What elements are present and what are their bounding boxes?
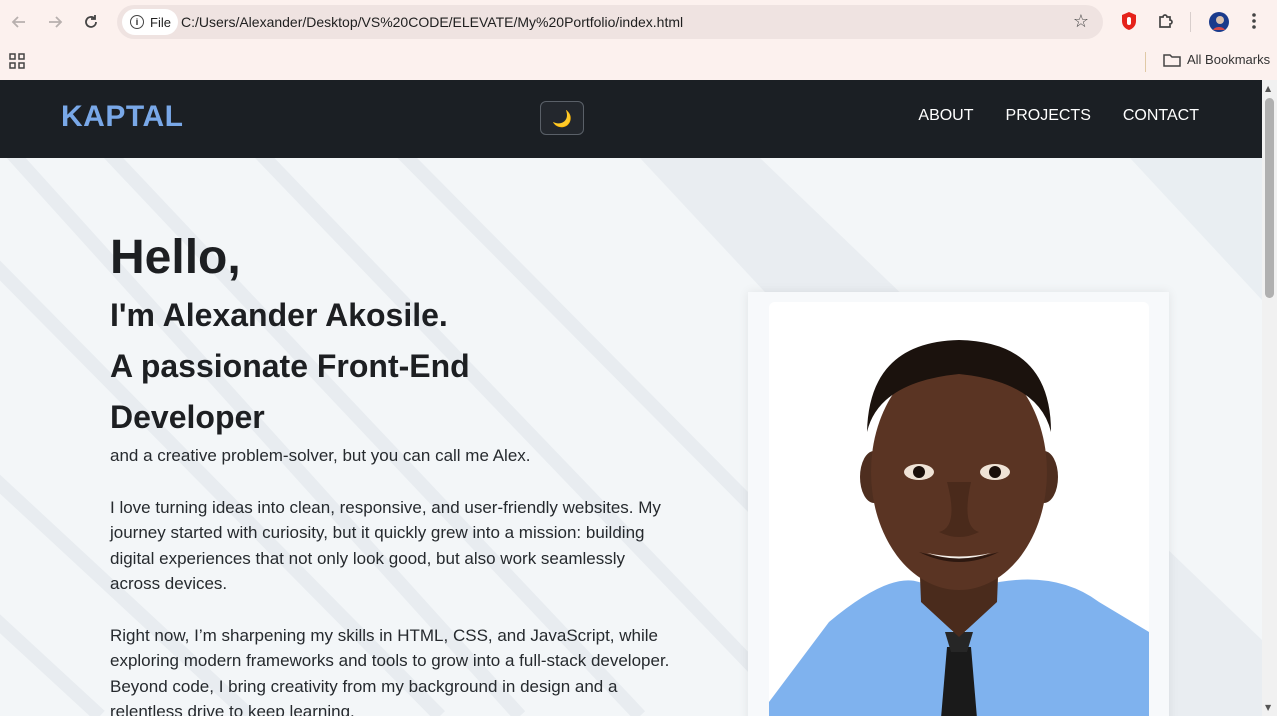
scroll-down-icon[interactable]: ▼	[1265, 703, 1271, 712]
all-bookmarks-button[interactable]: All Bookmarks	[1163, 52, 1270, 67]
apps-grid-icon[interactable]	[9, 53, 25, 73]
nav-link-projects[interactable]: PROJECTS	[1006, 107, 1091, 125]
extensions-puzzle-icon[interactable]	[1156, 11, 1176, 35]
site-logo[interactable]: KAPTAL	[61, 100, 183, 134]
hero-paragraph-2: Right now, I’m sharpening my skills in H…	[110, 625, 670, 716]
adblock-extension-icon[interactable]	[1120, 11, 1138, 35]
moon-icon: 🌙	[552, 108, 572, 128]
hero-intro: I'm Alexander Akosile. A passionate Fron…	[110, 290, 670, 443]
profile-avatar[interactable]	[1208, 11, 1230, 37]
nav-link-about[interactable]: ABOUT	[918, 107, 973, 125]
hero-greeting: Hello,	[110, 231, 241, 284]
bookmarks-bar	[0, 44, 1277, 80]
site-info-chip[interactable]: i File	[122, 9, 178, 35]
intro-line-2: A passionate Front-End	[110, 348, 470, 384]
profile-photo	[769, 302, 1149, 716]
site-navbar: KAPTAL 🌙 ABOUT PROJECTS CONTACT	[0, 80, 1262, 158]
url-text[interactable]: C:/Users/Alexander/Desktop/VS%20CODE/ELE…	[181, 5, 683, 39]
scroll-up-icon[interactable]: ▲	[1265, 84, 1271, 93]
hero-paragraph-1: I love turning ideas into clean, respons…	[110, 497, 661, 594]
hero-text: Hello, I'm Alexander Akosile. A passiona…	[110, 230, 670, 716]
toolbar-divider	[1190, 12, 1191, 32]
hero-tagline: and a creative problem-solver, but you c…	[110, 446, 531, 465]
menu-kebab-icon[interactable]	[1247, 11, 1261, 35]
browser-toolbar: i File C:/Users/Alexander/Desktop/VS%20C…	[0, 0, 1277, 44]
all-bookmarks-label: All Bookmarks	[1187, 52, 1271, 67]
theme-toggle-button[interactable]: 🌙	[540, 101, 584, 135]
scrollbar-thumb[interactable]	[1265, 98, 1274, 298]
nav-link-contact[interactable]: CONTACT	[1123, 107, 1199, 125]
intro-line-1: I'm Alexander Akosile.	[110, 297, 448, 333]
folder-icon	[1163, 53, 1181, 67]
intro-line-3: Developer	[110, 399, 265, 435]
reload-icon[interactable]	[79, 10, 103, 34]
profile-photo-card	[748, 292, 1169, 716]
bookmarks-divider	[1145, 52, 1146, 72]
forward-icon[interactable]	[43, 10, 67, 34]
bookmark-star-icon[interactable]: ☆	[1073, 12, 1089, 32]
page-viewport: KAPTAL 🌙 ABOUT PROJECTS CONTACT Hello, I…	[0, 80, 1262, 716]
info-icon: i	[130, 15, 144, 29]
nav-links: ABOUT PROJECTS CONTACT	[918, 107, 1199, 125]
file-label: File	[150, 14, 171, 30]
back-icon[interactable]	[7, 10, 31, 34]
address-bar[interactable]: i File C:/Users/Alexander/Desktop/VS%20C…	[117, 5, 1103, 39]
page-scrollbar[interactable]: ▲ ▼	[1262, 80, 1277, 716]
